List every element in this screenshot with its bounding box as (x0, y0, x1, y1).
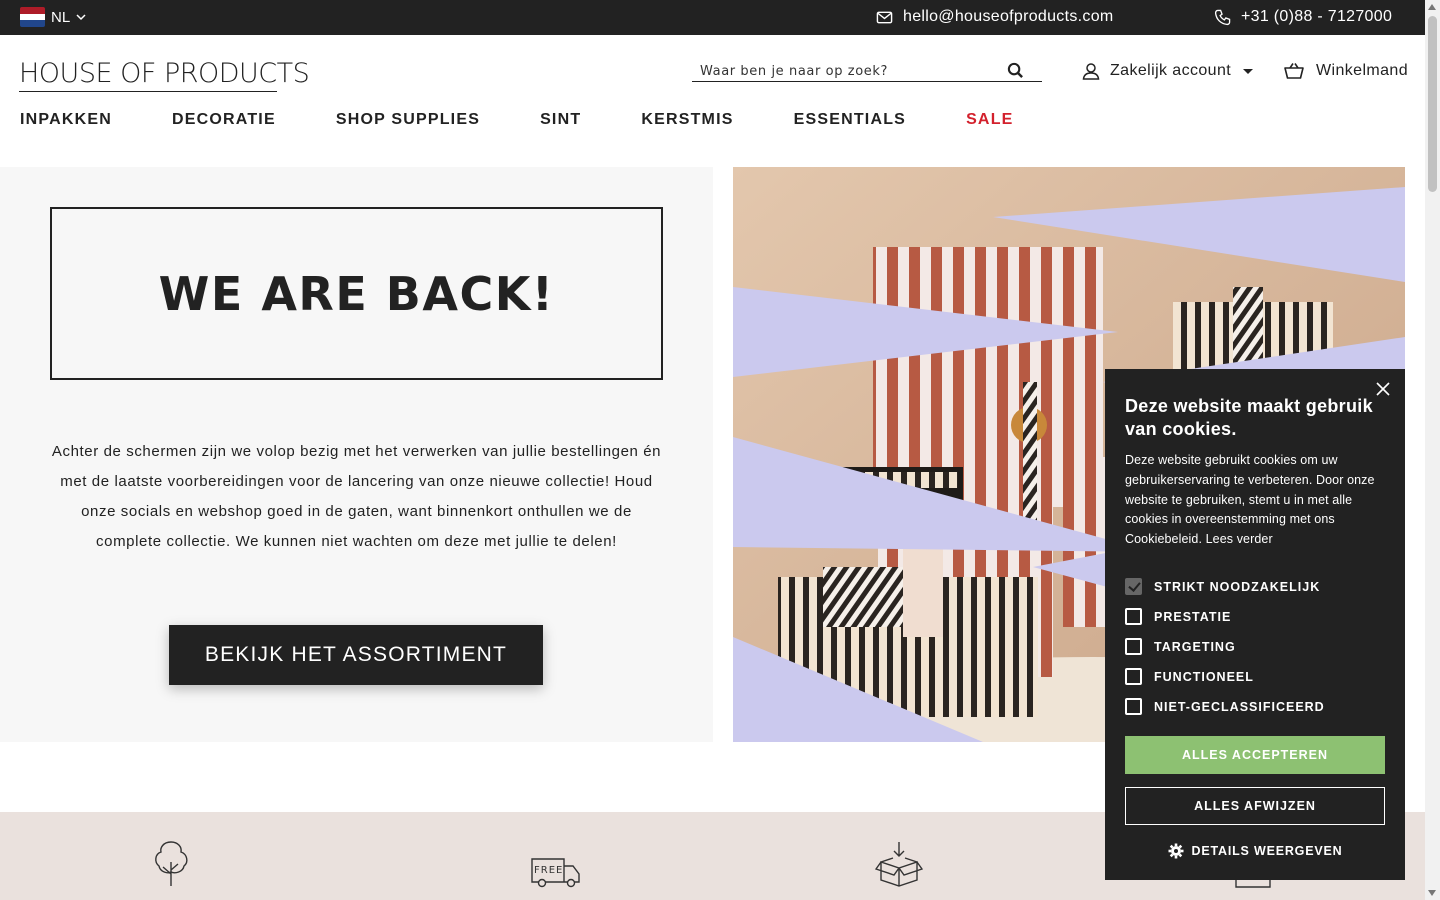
svg-text:FREE: FREE (534, 865, 563, 876)
search-bar (692, 60, 1042, 83)
phone-icon (1214, 9, 1231, 25)
nav-item-kerstmis[interactable]: KERSTMIS (641, 111, 733, 129)
main-nav: INPAKKEN DECORATIE SHOP SUPPLIES SINT KE… (20, 111, 1074, 129)
site-logo[interactable]: HOUSE OF PRODUCTS (19, 58, 310, 92)
scrollbar-thumb[interactable] (1428, 16, 1437, 192)
cart-label: Winkelmand (1316, 62, 1409, 79)
mail-icon (876, 11, 893, 23)
details-label: DETAILS WEERGEVEN (1191, 843, 1343, 858)
search-input[interactable] (692, 60, 992, 83)
option-label: NIET-GECLASSIFICEERD (1154, 699, 1325, 714)
checkbox[interactable] (1125, 668, 1142, 686)
option-label: FUNCTIONEEL (1154, 669, 1254, 684)
checkbox[interactable] (1125, 608, 1142, 626)
hero-description: Achter de schermen zijn we volop bezig m… (51, 443, 662, 550)
netherlands-flag-icon (20, 7, 45, 27)
email-link[interactable]: hello@houseofproducts.com (876, 8, 1114, 26)
phone-link[interactable]: +31 (0)88 - 7127000 (1214, 8, 1392, 26)
nav-item-essentials[interactable]: ESSENTIALS (794, 111, 906, 129)
cookie-consent-dialog: Deze website maakt gebruik van cookies. … (1105, 369, 1405, 880)
gear-icon (1168, 843, 1184, 859)
basket-icon (1284, 63, 1304, 79)
email-text: hello@houseofproducts.com (903, 8, 1114, 25)
option-label: PRESTATIE (1154, 609, 1232, 624)
cookie-description: Deze website gebruikt cookies om uw gebr… (1125, 453, 1375, 547)
nav-item-inpakken[interactable]: INPAKKEN (20, 111, 112, 129)
hero-title-box: WE ARE BACK! (50, 207, 663, 380)
language-selector[interactable]: NL (20, 7, 86, 27)
page-scrollbar[interactable] (1425, 0, 1440, 900)
user-icon (1082, 63, 1100, 80)
cookie-option-functional[interactable]: FUNCTIONEEL (1125, 662, 1385, 692)
chevron-down-icon (76, 13, 86, 20)
hero-title: WE ARE BACK! (158, 266, 555, 321)
cookie-option-targeting[interactable]: TARGETING (1125, 632, 1385, 662)
nav-item-sint[interactable]: SINT (540, 111, 581, 129)
cookie-option-performance[interactable]: PRESTATIE (1125, 602, 1385, 632)
checkbox[interactable] (1125, 698, 1142, 716)
phone-text: +31 (0)88 - 7127000 (1241, 8, 1393, 25)
cookie-title: Deze website maakt gebruik van cookies. (1125, 396, 1373, 439)
show-details-button[interactable]: DETAILS WEERGEVEN (1125, 843, 1385, 859)
free-delivery-truck-icon: FREE (531, 858, 580, 888)
box-icon (875, 842, 923, 887)
checkbox[interactable] (1125, 638, 1142, 656)
language-label: NL (51, 8, 71, 26)
cookie-options: STRIKT NOODZAKELIJK PRESTATIE TARGETING … (1125, 572, 1385, 722)
close-icon[interactable] (1375, 381, 1391, 397)
option-label: STRIKT NOODZAKELIJK (1154, 579, 1321, 594)
nav-item-decoratie[interactable]: DECORATIE (172, 111, 276, 129)
cookie-option-strict[interactable]: STRIKT NOODZAKELIJK (1125, 572, 1385, 602)
scroll-down-arrow[interactable] (1428, 890, 1436, 896)
view-assortment-button[interactable]: BEKIJK HET ASSORTIMENT (169, 625, 543, 685)
tree-icon (155, 841, 188, 886)
hero-text-panel: WE ARE BACK! Achter de schermen zijn we … (0, 167, 713, 742)
nav-item-shop-supplies[interactable]: SHOP SUPPLIES (336, 111, 480, 129)
accept-all-button[interactable]: ALLES ACCEPTEREN (1125, 735, 1385, 774)
reject-all-button[interactable]: ALLES AFWIJZEN (1125, 786, 1385, 825)
nav-item-sale[interactable]: SALE (966, 111, 1013, 129)
scroll-up-arrow[interactable] (1428, 4, 1436, 10)
search-icon[interactable] (1007, 62, 1024, 79)
option-label: TARGETING (1154, 639, 1236, 654)
cookie-option-unclassified[interactable]: NIET-GECLASSIFICEERD (1125, 692, 1385, 722)
business-account-menu[interactable]: Zakelijk account (1082, 62, 1254, 80)
checkbox-checked[interactable] (1125, 578, 1142, 596)
caret-down-icon (1243, 68, 1254, 74)
cart-link[interactable]: Winkelmand (1284, 62, 1408, 80)
account-label: Zakelijk account (1110, 62, 1232, 79)
top-bar: NL hello@houseofproducts.com +31 (0)88 -… (0, 0, 1425, 35)
